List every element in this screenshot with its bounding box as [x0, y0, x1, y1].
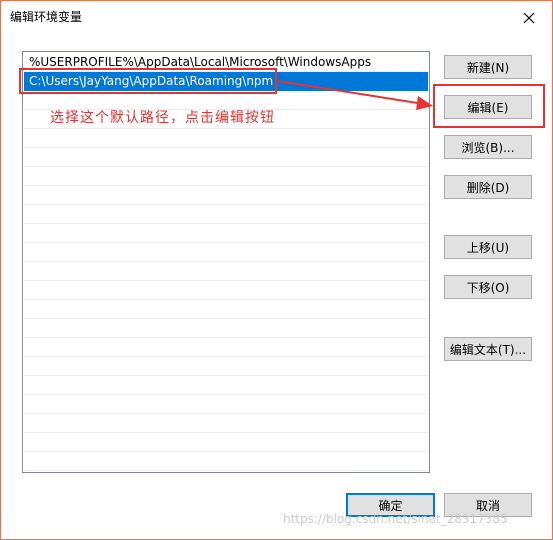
list-item-empty [24, 433, 428, 452]
list-item-empty [24, 357, 428, 376]
new-button[interactable]: 新建(N) [444, 55, 532, 79]
list-item-empty [24, 224, 428, 243]
close-button[interactable] [506, 1, 552, 34]
list-item-empty [24, 300, 428, 319]
list-item-label: %USERPROFILE%\AppData\Local\Microsoft\Wi… [29, 55, 372, 69]
list-item[interactable]: %USERPROFILE%\AppData\Local\Microsoft\Wi… [24, 53, 428, 72]
list-item-empty [24, 243, 428, 262]
close-icon [523, 12, 535, 23]
delete-button[interactable]: 删除(D) [444, 175, 532, 199]
list-item-empty [24, 129, 428, 148]
list-item-empty [24, 395, 428, 414]
browse-button[interactable]: 浏览(B)... [444, 135, 532, 159]
move-up-button[interactable]: 上移(U) [444, 235, 532, 259]
list-item-empty [24, 338, 428, 357]
list-item-empty [24, 205, 428, 224]
list-item-empty [24, 452, 428, 471]
list-item-empty [24, 262, 428, 281]
list-item-empty [24, 167, 428, 186]
list-item-empty [24, 148, 428, 167]
edit-env-variable-dialog: 编辑环境变量 %USERPROFILE%\AppData\Local\Micro… [0, 0, 553, 540]
list-item-empty [24, 281, 428, 300]
list-item-selected[interactable]: C:\Users\JayYang\AppData\Roaming\npm [24, 72, 428, 91]
list-item-label: C:\Users\JayYang\AppData\Roaming\npm [29, 74, 274, 88]
annotation-text: 选择这个默认路径，点击编辑按钮 [50, 110, 275, 126]
watermark: https://blog.csdn.net/sinat_28317385 [283, 512, 508, 526]
title-bar: 编辑环境变量 [1, 1, 552, 34]
list-item-empty [24, 319, 428, 338]
list-item-empty [24, 376, 428, 395]
dialog-title: 编辑环境变量 [10, 10, 83, 24]
list-item-empty [24, 186, 428, 205]
edit-button[interactable]: 编辑(E) [444, 95, 532, 119]
move-down-button[interactable]: 下移(O) [444, 275, 532, 299]
list-item-empty [24, 414, 428, 433]
edit-text-button[interactable]: 编辑文本(T)... [444, 337, 532, 361]
